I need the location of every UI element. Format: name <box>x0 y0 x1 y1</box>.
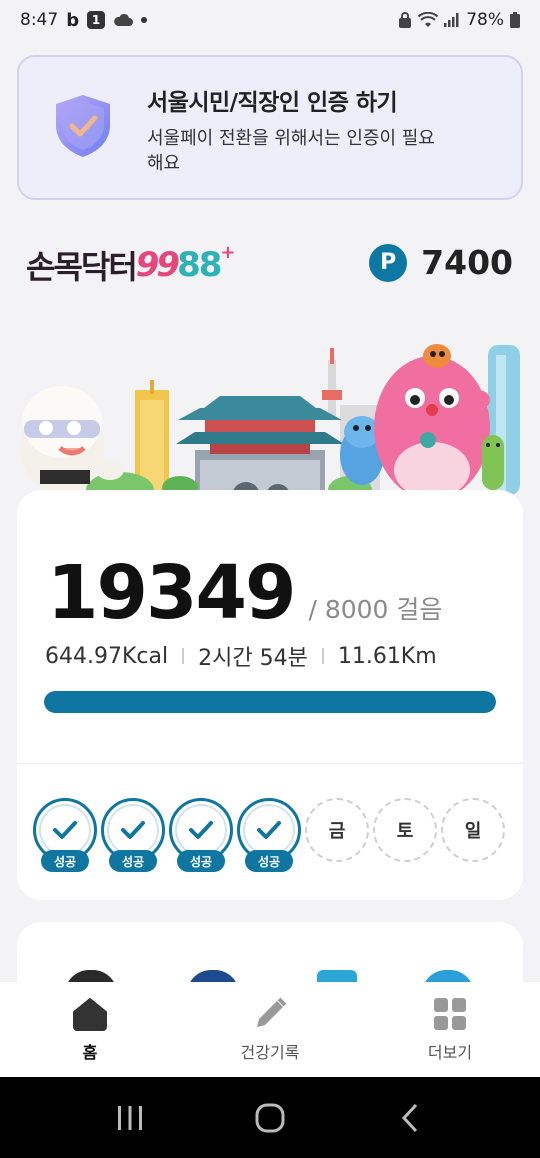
grid-icon <box>434 997 466 1030</box>
battery-icon <box>510 12 520 28</box>
activity-stats: 644.97Kcal 2시간 54분 11.61Km <box>45 640 437 672</box>
point-icon: P <box>369 243 408 282</box>
success-badge: 성공 <box>245 850 293 872</box>
cloud-icon <box>114 13 134 26</box>
battery-percent: 78% <box>466 10 504 30</box>
bottom-navigation: 홈 건강기록 더보기 <box>0 982 540 1077</box>
day-indicator: 토 <box>373 798 437 862</box>
day-indicator: 성공 <box>101 798 165 872</box>
nav-health-record-label: 건강기록 <box>240 1042 300 1062</box>
check-icon <box>257 821 281 839</box>
status-bar: 8:47 b 1 78% <box>0 0 540 40</box>
home-circle-icon <box>255 1103 285 1132</box>
home-button[interactable] <box>250 1098 290 1138</box>
nav-health-record[interactable]: 건강기록 <box>180 982 360 1077</box>
nav-more-label: 더보기 <box>427 1042 473 1062</box>
home-icon <box>73 997 107 1031</box>
pencil-icon <box>257 997 287 1027</box>
day-indicator: 성공 <box>33 798 97 872</box>
day-ring: 금 <box>305 798 369 862</box>
day-indicator: 성공 <box>237 798 301 872</box>
day-indicator: 성공 <box>169 798 233 872</box>
recent-apps-icon <box>118 1105 142 1130</box>
nav-home-label: 홈 <box>82 1042 98 1062</box>
brand-99-text: 99 <box>135 245 180 285</box>
system-navigation-bar <box>0 1077 540 1158</box>
point-value: 7400 <box>421 243 513 282</box>
steps-card[interactable]: 19349 / 8000 걸음 644.97Kcal 2시간 54분 11.61… <box>17 490 523 900</box>
notification-dot-icon <box>141 17 148 23</box>
distance-value: 11.61Km <box>337 643 437 669</box>
recent-apps-button[interactable] <box>110 1098 150 1138</box>
nav-home[interactable]: 홈 <box>0 982 180 1077</box>
day-label: 토 <box>396 821 414 842</box>
wifi-icon <box>418 12 439 27</box>
success-badge: 성공 <box>109 850 157 872</box>
card-divider <box>17 763 523 764</box>
steps-goal: / 8000 걸음 <box>308 595 443 624</box>
signal-icon <box>444 13 459 27</box>
lock-icon <box>399 12 412 28</box>
steps-summary: 19349 / 8000 걸음 <box>47 550 442 636</box>
brand-plus-text: + <box>220 242 236 263</box>
cert-title: 서울시민/직장인 인증 하기 <box>147 90 398 116</box>
steps-progress-fill <box>44 691 496 713</box>
day-label: 금 <box>328 821 346 842</box>
status-time: 8:47 <box>20 10 59 30</box>
brand-name-text: 손목닥터 <box>26 248 138 286</box>
points-display[interactable]: P 7400 <box>369 243 513 282</box>
brand-88-text: 88 <box>177 245 222 285</box>
stat-divider <box>182 648 185 664</box>
notification-count-badge: 1 <box>87 11 106 29</box>
day-ring: 토 <box>373 798 437 862</box>
shield-check-icon <box>56 95 110 157</box>
weekly-achievement: 성공 성공 성공 성공 금 토 일 <box>33 798 505 872</box>
day-label: 일 <box>464 821 482 842</box>
steps-count: 19349 <box>47 550 296 636</box>
nav-more[interactable]: 더보기 <box>360 982 540 1077</box>
success-badge: 성공 <box>177 850 225 872</box>
b-app-icon: b <box>66 9 80 31</box>
check-icon <box>53 821 77 839</box>
calories-value: 644.97Kcal <box>45 643 169 669</box>
duration-value: 2시간 54분 <box>198 646 308 671</box>
check-icon <box>189 821 213 839</box>
back-chevron-icon <box>401 1103 418 1132</box>
back-button[interactable] <box>390 1098 430 1138</box>
success-badge: 성공 <box>41 850 89 872</box>
day-ring: 일 <box>441 798 505 862</box>
brand-logo: 손목닥터 99 88 + <box>26 240 236 290</box>
certification-banner[interactable]: 서울시민/직장인 인증 하기 서울페이 전환을 위해서는 인증이 필요해요 <box>17 55 523 200</box>
check-icon <box>121 821 145 839</box>
steps-progress-bar <box>44 691 496 713</box>
seoul-characters-illustration <box>20 344 520 500</box>
stat-divider <box>321 648 324 664</box>
cert-description: 서울페이 전환을 위해서는 인증이 필요해요 <box>147 128 435 174</box>
day-indicator: 금 <box>305 798 369 862</box>
day-indicator: 일 <box>441 798 505 862</box>
